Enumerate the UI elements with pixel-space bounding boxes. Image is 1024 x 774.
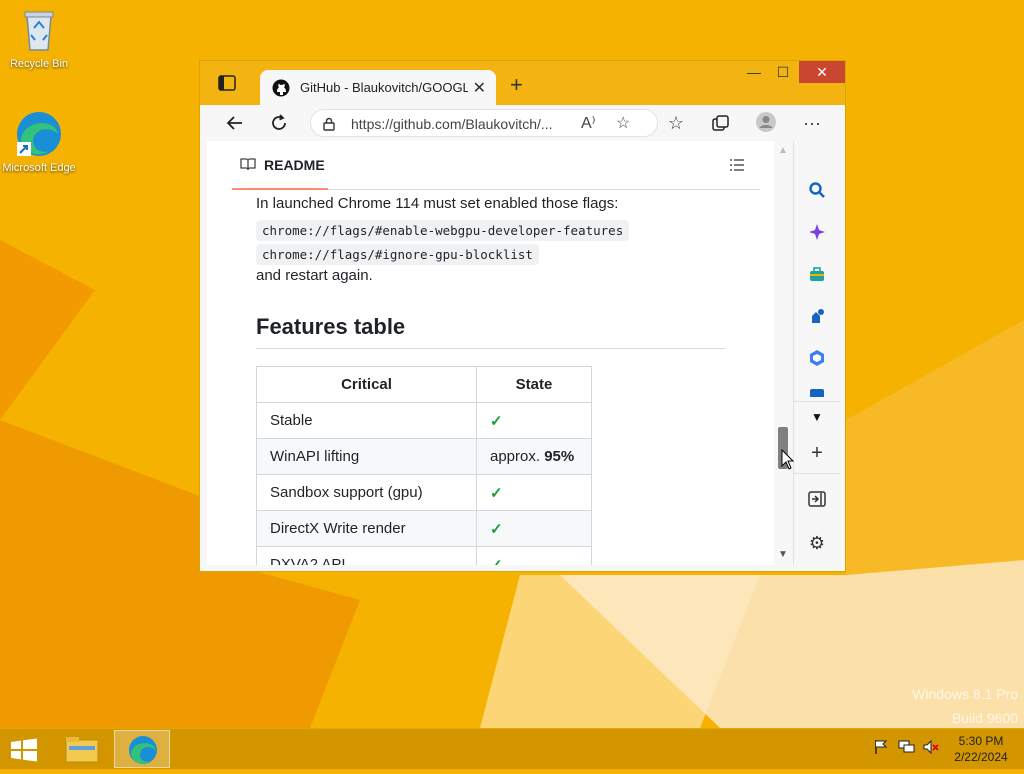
- scroll-down-icon[interactable]: ▼: [778, 549, 788, 560]
- checkmark-icon: ✓: [476, 546, 592, 565]
- refresh-icon[interactable]: [267, 111, 291, 135]
- maximize-button[interactable]: ☐: [770, 61, 796, 83]
- table-header-critical: Critical: [256, 366, 477, 403]
- taskbar-edge-icon[interactable]: [114, 730, 170, 768]
- table-cell-feature: WinAPI lifting: [256, 438, 477, 475]
- desktop-icon-edge[interactable]: Microsoft Edge: [1, 110, 77, 174]
- sidebar-divider: [794, 401, 840, 402]
- table-row: WinAPI lifting approx. 95%: [256, 438, 592, 475]
- state-prefix: approx.: [490, 448, 545, 465]
- checkmark-icon: ✓: [476, 510, 592, 547]
- heading-divider: [256, 348, 725, 349]
- desktop-icon-label: Recycle Bin: [9, 58, 69, 70]
- readme-label[interactable]: README: [264, 157, 325, 173]
- desktop-icon-label: Microsoft Edge: [2, 162, 76, 174]
- address-bar[interactable]: https://github.com/Blaukovitch/... A⁾ ☆: [310, 109, 658, 137]
- windows-watermark-edition: Windows 8.1 Pro: [912, 686, 1018, 702]
- intro-text: In launched Chrome 114 must set enabled …: [256, 195, 619, 212]
- office-icon[interactable]: [807, 349, 827, 369]
- scroll-up-icon[interactable]: ▲: [778, 145, 788, 156]
- split-screen-icon[interactable]: [807, 491, 827, 511]
- book-icon: [240, 157, 256, 171]
- readme-header: README: [232, 141, 760, 190]
- lock-icon[interactable]: [323, 117, 335, 131]
- browser-toolbar: https://github.com/Blaukovitch/... A⁾ ☆ …: [200, 105, 845, 141]
- flag-code-2: chrome://flags/#ignore-gpu-blocklist: [256, 244, 539, 265]
- games-icon[interactable]: [807, 307, 827, 327]
- state-value: 95%: [544, 448, 575, 465]
- tab-github[interactable]: GitHub - Blaukovitch/GOOGLE_ ✕: [260, 70, 496, 105]
- dropdown-icon[interactable]: ▼: [807, 407, 827, 427]
- file-explorer-icon[interactable]: [54, 730, 110, 768]
- vertical-scrollbar[interactable]: ▲ ▼: [774, 141, 792, 565]
- volume-muted-icon[interactable]: [922, 739, 940, 758]
- edge-icon: [15, 110, 63, 158]
- restart-text: and restart again.: [256, 267, 373, 284]
- table-header-row: Critical State: [256, 366, 592, 403]
- tab-actions-icon[interactable]: [218, 75, 236, 91]
- windows-watermark-build: Build 9600: [951, 710, 1018, 726]
- flag-code-1: chrome://flags/#enable-webgpu-developer-…: [256, 220, 630, 241]
- tab-title: GitHub - Blaukovitch/GOOGLE_: [300, 80, 468, 95]
- favorite-add-icon[interactable]: ☆: [616, 113, 630, 133]
- outlook-icon[interactable]: [807, 387, 827, 397]
- table-cell-feature: Stable: [256, 402, 477, 439]
- start-icon[interactable]: [10, 738, 38, 762]
- taskbar: 5:30 PM 2/22/2024: [0, 728, 1024, 769]
- more-icon[interactable]: ···: [800, 111, 824, 135]
- address-url: https://github.com/Blaukovitch/...: [351, 116, 553, 132]
- read-aloud-icon[interactable]: A⁾: [581, 113, 596, 133]
- favorites-icon[interactable]: ☆: [664, 111, 688, 135]
- table-row: Stable ✓: [256, 402, 592, 439]
- minimize-button[interactable]: —: [741, 61, 767, 83]
- outline-list-icon[interactable]: [730, 158, 744, 171]
- table-row: DirectX Write render ✓: [256, 510, 592, 547]
- profile-icon[interactable]: [754, 111, 778, 135]
- clock-date: 2/22/2024: [954, 750, 1008, 764]
- close-tab-icon[interactable]: ✕: [473, 78, 486, 98]
- sidebar-divider: [794, 473, 840, 474]
- table-cell-feature: DirectX Write render: [256, 510, 477, 547]
- table-cell-state: approx. 95%: [476, 438, 592, 475]
- network-icon[interactable]: [898, 739, 916, 758]
- checkmark-icon: ✓: [476, 402, 592, 439]
- features-heading: Features table: [256, 314, 406, 339]
- page-content: README In launched Chrome 114 must set e…: [207, 141, 792, 565]
- features-table: Critical State Stable ✓ WinAPI lifting a…: [256, 366, 592, 565]
- add-icon[interactable]: +: [807, 443, 827, 463]
- table-cell-feature: DXVA2 API: [256, 546, 477, 565]
- shopping-icon[interactable]: [807, 265, 827, 285]
- taskbar-clock[interactable]: 5:30 PM 2/22/2024: [945, 733, 1017, 765]
- action-center-flag-icon[interactable]: [873, 739, 889, 758]
- desktop-icon-recycle-bin[interactable]: Recycle Bin: [1, 6, 77, 70]
- table-cell-feature: Sandbox support (gpu): [256, 474, 477, 511]
- browser-window: GitHub - Blaukovitch/GOOGLE_ ✕ + — ☐ ✕ h…: [199, 60, 846, 572]
- table-row: DXVA2 API ✓: [256, 546, 592, 565]
- checkmark-icon: ✓: [476, 474, 592, 511]
- title-bar: GitHub - Blaukovitch/GOOGLE_ ✕ + — ☐ ✕: [200, 61, 845, 105]
- table-header-state: State: [476, 366, 592, 403]
- mouse-cursor-icon: [781, 448, 795, 471]
- readme-underline: [232, 188, 328, 190]
- recycle-bin-icon: [15, 6, 63, 54]
- copilot-icon[interactable]: [807, 223, 827, 243]
- clock-time: 5:30 PM: [958, 734, 1004, 748]
- github-icon: [272, 79, 290, 97]
- search-icon[interactable]: [807, 181, 827, 201]
- back-icon[interactable]: [223, 111, 247, 135]
- edge-sidebar: ▼ + ⚙: [793, 141, 840, 565]
- table-row: Sandbox support (gpu) ✓: [256, 474, 592, 511]
- close-window-button[interactable]: ✕: [799, 61, 845, 83]
- collections-icon[interactable]: [708, 111, 732, 135]
- new-tab-button[interactable]: +: [510, 72, 523, 98]
- settings-icon[interactable]: ⚙: [807, 533, 827, 553]
